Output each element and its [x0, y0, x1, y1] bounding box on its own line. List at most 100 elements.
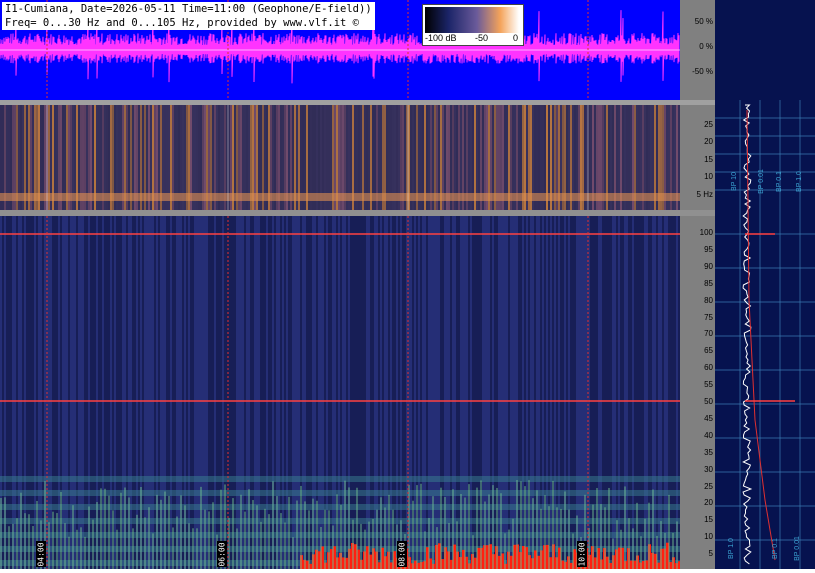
high-tick-75: 75: [704, 312, 713, 322]
high-spectrogram-column: [622, 216, 624, 569]
high-spectrogram-column: [8, 216, 10, 569]
high-spectrogram-column: [514, 216, 516, 569]
low-spectrogram-image: [0, 105, 680, 210]
high-spectrogram-green-spike: [528, 480, 530, 569]
high-spectrogram-green-spike: [428, 517, 430, 569]
high-spectrogram-column: [508, 216, 510, 569]
high-spectrogram-column: [394, 216, 396, 569]
high-spectrogram-column: [84, 216, 86, 569]
high-spectrogram-column: [126, 216, 128, 569]
high-spectrogram-green-spike: [416, 485, 418, 569]
high-spectrogram-green-spike: [488, 494, 490, 569]
high-spectrogram-green-spike: [444, 496, 446, 569]
high-spectrogram-green-spike: [644, 518, 646, 569]
high-spectrogram-green-spike: [316, 500, 318, 569]
high-spectrogram-green-spike: [320, 526, 322, 569]
high-spectrogram-green-spike: [352, 519, 354, 569]
high-spectrogram-column: [74, 216, 76, 569]
high-spectrogram-column: [374, 216, 376, 569]
high-spectrogram-column: [414, 216, 416, 569]
high-spectrogram-green-spike: [176, 516, 178, 569]
high-spectrogram-green-spike: [672, 532, 674, 569]
high-spectrogram-column: [242, 216, 244, 569]
high-spectrogram-column: [418, 216, 420, 569]
high-spectrogram-green-spike: [0, 498, 2, 569]
high-spectrogram-column: [368, 216, 370, 569]
high-spectrogram-green-spike: [612, 538, 614, 569]
low-frequency-spectrogram: [0, 105, 680, 210]
high-tick-70: 70: [704, 329, 713, 339]
high-spectrogram-green-spike: [276, 496, 278, 569]
high-spectrogram-column: [644, 216, 646, 569]
high-spectrogram-column: [346, 216, 348, 569]
high-spectrogram-green-spike: [208, 511, 210, 569]
high-spectrogram-green-spike: [356, 487, 358, 569]
high-spectrogram-column: [646, 216, 648, 569]
high-spectrogram-green-spike: [60, 491, 62, 569]
high-spectrogram-green-spike: [100, 488, 102, 569]
high-spectrogram-green-spike: [328, 510, 330, 569]
high-spectrogram-green-spike: [544, 495, 546, 569]
high-spectrogram-column: [378, 216, 380, 569]
high-spectrogram-green-spike: [148, 507, 150, 569]
high-spectrogram-column: [538, 216, 540, 569]
high-spectrogram-green-spike: [620, 529, 622, 569]
high-spectrogram-column: [504, 216, 506, 569]
high-spectrogram-green-spike: [476, 487, 478, 569]
high-spectrogram-column: [68, 216, 70, 569]
high-spectrogram-column: [562, 216, 564, 569]
high-spectrogram-column: [166, 216, 168, 569]
high-spectrogram-green-spike: [160, 499, 162, 569]
high-tick-30: 30: [704, 464, 713, 474]
high-spectrogram-column: [640, 216, 642, 569]
high-spectrogram-column: [450, 216, 452, 569]
high-spectrogram-green-spike: [656, 535, 658, 569]
high-spectrogram-column: [18, 216, 20, 569]
high-spectrogram-column: [82, 216, 84, 569]
high-spectrogram-column: [630, 216, 632, 569]
high-spectrogram-green-spike: [340, 504, 342, 569]
high-spectrogram-green-spike: [204, 509, 206, 569]
high-spectrogram-green-spike: [360, 523, 362, 569]
high-spectrogram-column: [366, 216, 368, 569]
high-spectrogram-green-spike: [368, 521, 370, 569]
bp-label-low-4: BP 10: [730, 172, 738, 191]
high-spectrogram-green-spike: [500, 493, 502, 569]
high-spectrogram-green-spike: [140, 487, 142, 569]
high-spectrogram-column: [142, 216, 144, 569]
high-spectrogram-column: [260, 216, 262, 569]
high-spectrogram-column: [410, 216, 412, 569]
high-spectrogram-column: [66, 216, 68, 569]
high-spectrogram-column: [102, 216, 104, 569]
high-spectrogram-column: [250, 216, 252, 569]
high-spectrogram-column: [522, 216, 524, 569]
high-spectrogram-green-spike: [156, 494, 158, 569]
high-spectrogram-green-spike: [512, 518, 514, 569]
high-spectrogram-green-spike: [564, 491, 566, 569]
spectrum-profile-plot: [715, 100, 815, 569]
high-spectrogram-column: [178, 216, 180, 569]
high-spectrogram-column: [448, 216, 450, 569]
high-spectrogram-green-spike: [108, 495, 110, 569]
high-spectrogram-column: [342, 216, 344, 569]
high-spectrogram-green-spike: [448, 522, 450, 569]
high-spectrogram-column: [86, 216, 88, 569]
low-spectrogram-band: [0, 193, 680, 201]
high-tick-40: 40: [704, 430, 713, 440]
high-spectrogram-column: [530, 216, 532, 569]
high-spectrogram-column: [580, 216, 582, 569]
high-spectrogram-column: [54, 216, 56, 569]
high-spectrogram-green-spike: [560, 508, 562, 569]
high-spectrogram-column: [502, 216, 504, 569]
high-spectrogram-column: [172, 216, 174, 569]
high-spectrogram-green-spike: [76, 529, 78, 569]
high-spectrogram-column: [566, 216, 568, 569]
high-tick-80: 80: [704, 295, 713, 305]
high-spectrogram-column: [322, 216, 324, 569]
high-spectrogram-green-spike: [112, 510, 114, 569]
high-tick-5: 5: [708, 549, 713, 559]
high-spectrogram-column: [360, 216, 362, 569]
high-spectrogram-green-spike: [292, 537, 294, 569]
high-tick-50: 50: [704, 397, 713, 406]
high-spectrogram-column: [318, 216, 320, 569]
